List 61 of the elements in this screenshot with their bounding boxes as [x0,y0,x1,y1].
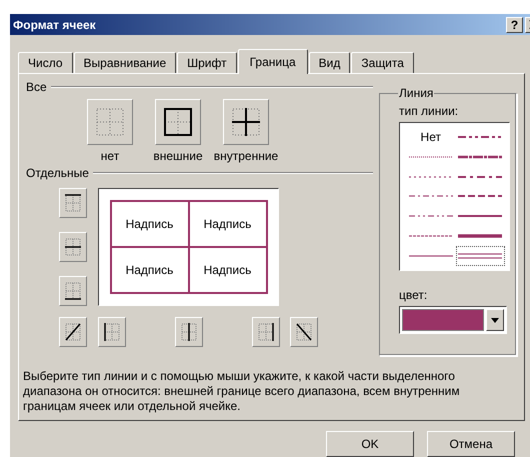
line-style-list[interactable]: Нет [399,122,510,271]
border-button[interactable] [98,317,126,347]
border-button[interactable] [290,317,318,347]
color-label: цвет: [399,288,428,302]
border-line-icon [104,323,120,341]
cancel-button[interactable]: Отмена [427,431,515,457]
line-style-option[interactable]: Нет [420,130,441,144]
preview-cell: Надпись [190,202,266,246]
preset-label: внешние [153,149,203,163]
line-style-option[interactable] [408,174,453,180]
line-style-option[interactable] [458,213,502,220]
border-button[interactable] [59,317,87,347]
line-style-option[interactable] [408,233,453,240]
border-button[interactable] [59,188,87,218]
help-text: Выберите тип линии и с помощью мыши укажите, к какой части выделенного диапазона он относится: внешней границе всего диапазона, всем внутренним границам ячеек или отдельной ячейке. [22,368,461,415]
window-title: Формат ячеек [13,18,97,32]
line-style-option[interactable] [458,134,502,140]
preset-none-button[interactable] [87,99,133,145]
border-line-icon [65,323,81,341]
tab[interactable]: Граница [238,49,308,74]
tab[interactable]: Шрифт [177,52,237,73]
tab[interactable]: Число [18,52,73,73]
line-style-option[interactable] [458,233,502,240]
help-button[interactable]: ? [506,16,523,32]
tab[interactable]: Защита [351,52,414,73]
border-button[interactable] [59,232,87,262]
border-line-icon [65,238,81,256]
line-style-option[interactable] [458,154,502,160]
border-button[interactable] [252,317,280,347]
outline-border-icon [163,107,193,137]
preset-outline-button[interactable] [155,99,201,145]
line-style-option[interactable] [408,253,453,260]
preview-cell: Надпись [190,248,266,292]
dropdown-arrow-icon [491,318,499,322]
preview-cell: Надпись [112,248,188,292]
dotted-grid-icon [95,107,125,137]
line-style-option[interactable] [408,213,453,220]
section-heading: Отдельные [26,166,89,180]
line-style-option[interactable] [458,252,502,260]
border-line-icon [181,323,197,341]
border-line-icon [65,282,81,300]
preset-label: внутренние [214,149,278,163]
preset-label: нет [100,149,120,163]
line-style-option[interactable] [458,174,502,180]
border-line-icon [296,323,312,341]
border-line-icon [258,323,274,341]
tab[interactable]: Вид [308,52,350,73]
line-style-option[interactable] [408,193,453,200]
tab[interactable]: Выравнивание [74,52,176,73]
line-style-option[interactable] [458,193,502,200]
preview-cell: Надпись [112,202,188,246]
border-line-icon [65,194,81,212]
border-button[interactable] [175,317,203,347]
group-heading: Линия [398,86,434,100]
color-dropdown[interactable] [399,306,507,334]
section-heading: Все [26,80,47,94]
ok-button[interactable]: OK [326,431,414,457]
preset-inside-button[interactable] [223,99,269,145]
line-style-option[interactable] [408,154,453,160]
inside-border-icon [231,107,261,137]
line-style-label: тип линии: [399,104,458,118]
